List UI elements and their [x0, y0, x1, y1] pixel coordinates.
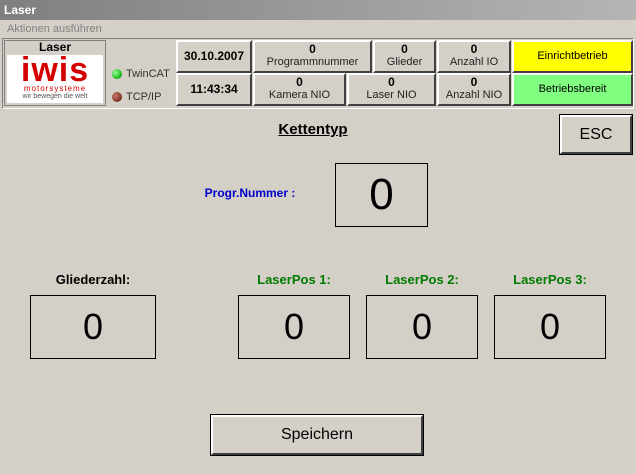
- glieder-counter: 0 Glieder: [373, 40, 436, 73]
- laserpos3-label: LaserPos 3:: [513, 272, 587, 287]
- anzahl-io-value: 0: [470, 42, 478, 56]
- tcpip-status: TCP/IP: [112, 91, 161, 103]
- programmnummer-label: Programmnummer: [266, 56, 359, 68]
- kamera-nio-counter: 0 Kamera NIO: [253, 73, 346, 106]
- einrichtbetrieb-label: Einrichtbetrieb: [537, 50, 608, 62]
- kamera-nio-value: 0: [296, 75, 303, 89]
- laser-nio-label: Laser NIO: [366, 89, 417, 101]
- tcpip-label: TCP/IP: [126, 91, 162, 103]
- laserpos1-field[interactable]: 0: [238, 295, 350, 359]
- einrichtbetrieb-indicator: Einrichtbetrieb: [512, 40, 633, 73]
- anzahl-io-counter: 0 Anzahl IO: [437, 40, 511, 73]
- kamera-nio-label: Kamera NIO: [268, 89, 331, 101]
- programmnummer-value: 0: [309, 42, 316, 56]
- laserpos2-field[interactable]: 0: [366, 295, 478, 359]
- twincat-led-icon: [112, 69, 122, 80]
- laserpos2-label: LaserPos 2:: [385, 272, 459, 287]
- twincat-status: TwinCAT: [112, 68, 170, 80]
- glieder-label: Glieder: [386, 56, 423, 68]
- laser-nio-counter: 0 Laser NIO: [347, 73, 436, 106]
- time-display: 11:43:34: [176, 73, 252, 106]
- tcpip-led-icon: [112, 92, 122, 103]
- programmnummer-counter: 0 Programmnummer: [253, 40, 372, 73]
- logo-brand: iwis: [20, 51, 90, 89]
- laser-nio-value: 0: [388, 75, 395, 89]
- betriebsbereit-indicator: Betriebsbereit: [512, 73, 633, 106]
- anzahl-nio-value: 0: [470, 75, 478, 89]
- status-cell: TwinCAT TCP/IP: [107, 40, 175, 106]
- page-title: Kettentyp: [278, 121, 348, 138]
- save-button[interactable]: Speichern: [210, 414, 424, 456]
- gliederzahl-value: 0: [82, 306, 104, 347]
- anzahl-io-label: Anzahl IO: [449, 56, 499, 68]
- iwis-logo: iwis motorsysteme wir bewegen die welt: [7, 51, 103, 103]
- laserpos3-value: 0: [539, 306, 561, 347]
- laserpos1-label: LaserPos 1:: [257, 272, 331, 287]
- gliederzahl-label: Gliederzahl:: [55, 272, 131, 287]
- date-value: 30.10.2007: [183, 49, 245, 63]
- logo-tagline: wir bewegen die welt: [22, 93, 88, 100]
- betriebsbereit-label: Betriebsbereit: [538, 83, 607, 95]
- esc-button[interactable]: ESC: [559, 114, 633, 155]
- anzahl-nio-counter: 0 Anzahl NIO: [437, 73, 511, 106]
- progr-nummer-label: Progr.Nummer :: [204, 186, 296, 200]
- laserpos1-value: 0: [283, 306, 305, 347]
- gliederzahl-field[interactable]: 0: [30, 295, 156, 359]
- progr-nummer-field[interactable]: 0: [335, 163, 428, 227]
- logo-cell: Laser iwis motorsysteme wir bewegen die …: [4, 40, 106, 106]
- glieder-value: 0: [401, 42, 408, 56]
- laserpos2-value: 0: [411, 306, 433, 347]
- time-value: 11:43:34: [190, 82, 238, 96]
- anzahl-nio-label: Anzahl NIO: [445, 89, 503, 101]
- menu-actions[interactable]: Aktionen ausführen: [0, 20, 636, 38]
- date-display: 30.10.2007: [176, 40, 252, 73]
- laserpos3-field[interactable]: 0: [494, 295, 606, 359]
- window-title: Laser: [0, 0, 636, 20]
- twincat-label: TwinCAT: [126, 68, 170, 80]
- progr-nummer-value: 0: [369, 170, 394, 219]
